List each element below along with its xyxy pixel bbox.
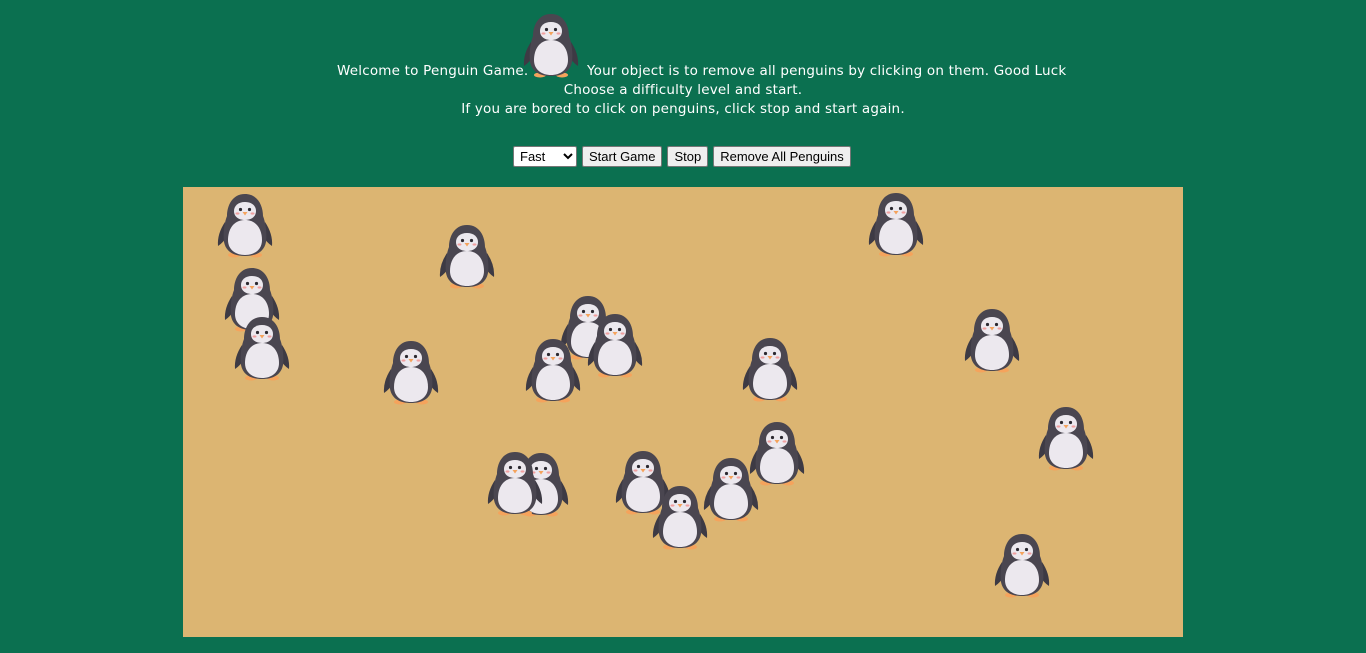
penguin-target[interactable]	[963, 307, 1021, 373]
penguin-target[interactable]	[486, 450, 544, 516]
difficulty-select[interactable]: Fast	[513, 145, 577, 167]
penguin-target[interactable]	[1037, 405, 1095, 471]
penguin-target[interactable]	[867, 191, 925, 257]
penguin-icon	[522, 12, 580, 78]
start-game-button[interactable]: Start Game	[582, 145, 663, 167]
bored-text: If you are bored to click on penguins, c…	[461, 101, 905, 117]
welcome-text: Welcome to Penguin Game.	[337, 63, 529, 79]
remove-all-penguins-button[interactable]: Remove All Penguins	[713, 145, 851, 167]
choose-level-text: Choose a difficulty level and start.	[563, 82, 803, 98]
penguin-target[interactable]	[586, 312, 644, 378]
game-controls: Fast Start Game Stop Remove All Penguins	[513, 145, 851, 167]
penguin-target[interactable]	[651, 484, 709, 550]
penguin-target[interactable]	[524, 337, 582, 403]
penguin-target[interactable]	[702, 456, 760, 522]
penguin-target[interactable]	[233, 315, 291, 381]
intro-text: Welcome to Penguin Game. Your object is …	[0, 0, 1366, 130]
penguin-target[interactable]	[382, 339, 440, 405]
penguin-target[interactable]	[741, 336, 799, 402]
game-field	[183, 187, 1183, 637]
stop-button[interactable]: Stop	[667, 145, 709, 167]
penguin-target[interactable]	[216, 192, 274, 258]
penguin-target[interactable]	[993, 532, 1051, 598]
objective-text: Your object is to remove all penguins by…	[587, 63, 1067, 79]
penguin-target[interactable]	[438, 223, 496, 289]
